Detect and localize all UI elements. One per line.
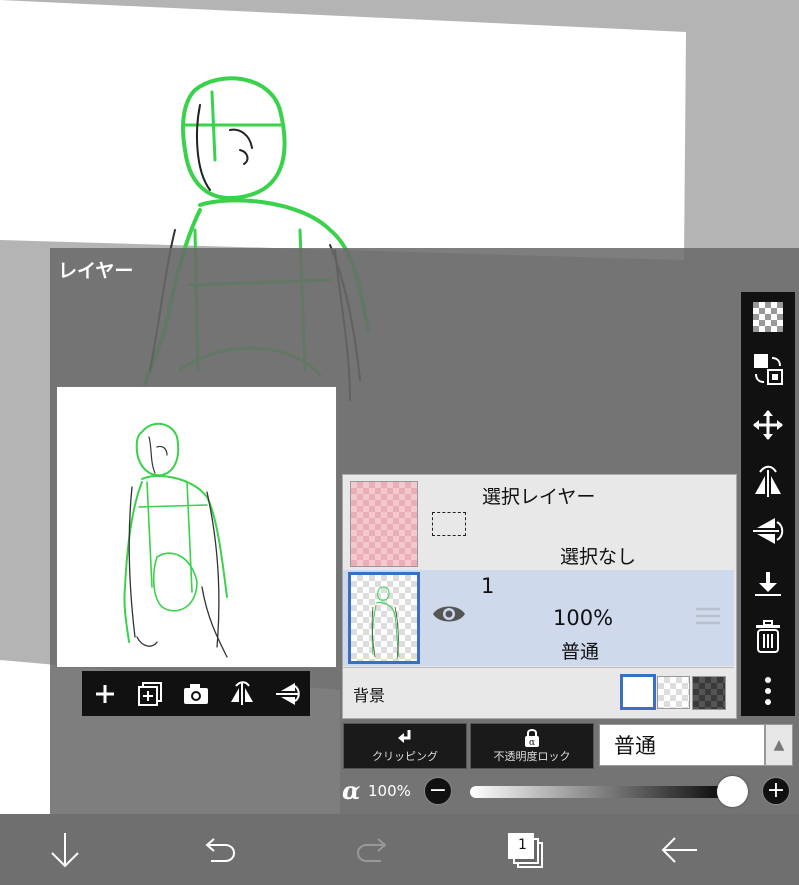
layers-icon[interactable]: 1 xyxy=(497,822,553,878)
selection-thumbnail xyxy=(350,481,418,567)
layer-toolbar xyxy=(741,292,795,716)
alpha-value: 100% xyxy=(368,782,411,800)
add-layer-icon[interactable] xyxy=(88,677,122,711)
transparency-icon[interactable] xyxy=(741,294,795,340)
panel-title: レイヤー xyxy=(58,260,134,282)
eye-icon[interactable] xyxy=(431,602,467,630)
move-icon[interactable] xyxy=(741,402,795,448)
canvas-preview[interactable] xyxy=(56,386,337,668)
alpha-decrease-button[interactable]: − xyxy=(424,777,452,805)
blend-mode-value: 普通 xyxy=(614,734,656,758)
trash-icon[interactable] xyxy=(741,614,795,660)
background-checker-light-option[interactable] xyxy=(657,676,690,709)
selection-layer-title: 選択レイヤー xyxy=(482,486,596,508)
blend-mode-dropdown-icon[interactable]: ▲ xyxy=(765,724,793,766)
layer-count: 1 xyxy=(518,837,527,853)
opacity-lock-button[interactable]: α 不透明度ロック xyxy=(470,723,594,769)
more-icon[interactable] xyxy=(741,668,795,714)
layer-row[interactable]: 1 100% 普通 xyxy=(343,570,734,666)
opacity-lock-label: 不透明度ロック xyxy=(493,750,571,763)
flip-vertical-icon[interactable] xyxy=(741,508,795,554)
layer-blend-mode: 普通 xyxy=(561,641,600,663)
add-layer-copy-icon[interactable] xyxy=(133,677,167,711)
svg-text:α: α xyxy=(529,738,535,748)
preview-toolbar xyxy=(82,671,310,716)
layer-opacity: 100% xyxy=(553,606,614,630)
alpha-increase-button[interactable]: + xyxy=(762,777,790,805)
selection-marquee-icon xyxy=(432,512,466,536)
undo-icon[interactable] xyxy=(191,822,247,878)
camera-icon[interactable] xyxy=(179,677,213,711)
layer-thumbnail xyxy=(348,572,420,664)
flip-vertical-icon[interactable] xyxy=(270,677,304,711)
layer-number: 1 xyxy=(481,574,495,598)
move-layer-icon[interactable] xyxy=(741,346,795,392)
drag-handle-icon[interactable] xyxy=(695,606,721,630)
redo-icon[interactable] xyxy=(345,822,401,878)
back-arrow-icon[interactable] xyxy=(651,822,707,878)
down-arrow-icon[interactable] xyxy=(37,822,93,878)
selection-layer-row[interactable]: 選択レイヤー 選択なし xyxy=(342,474,735,568)
background-white-option[interactable] xyxy=(620,674,656,710)
merge-down-icon[interactable] xyxy=(741,562,795,608)
background-row: 背景 xyxy=(343,667,734,717)
selection-status: 選択なし xyxy=(560,546,637,568)
alpha-lock-icon: α xyxy=(525,729,539,748)
background-label: 背景 xyxy=(353,686,386,705)
flip-horizontal-icon[interactable] xyxy=(741,458,795,504)
blend-mode-select[interactable]: 普通 xyxy=(599,724,765,766)
alpha-symbol: α xyxy=(342,776,361,805)
clipping-label: クリッピング xyxy=(372,750,438,763)
background-checker-dark-option[interactable] xyxy=(692,676,726,710)
flip-horizontal-icon[interactable] xyxy=(225,677,259,711)
clipping-button[interactable]: クリッピング xyxy=(343,723,467,769)
preview-sketch xyxy=(123,422,228,658)
clipping-icon xyxy=(398,730,411,743)
alpha-slider-track[interactable] xyxy=(470,786,735,798)
alpha-slider-knob[interactable] xyxy=(717,776,748,807)
